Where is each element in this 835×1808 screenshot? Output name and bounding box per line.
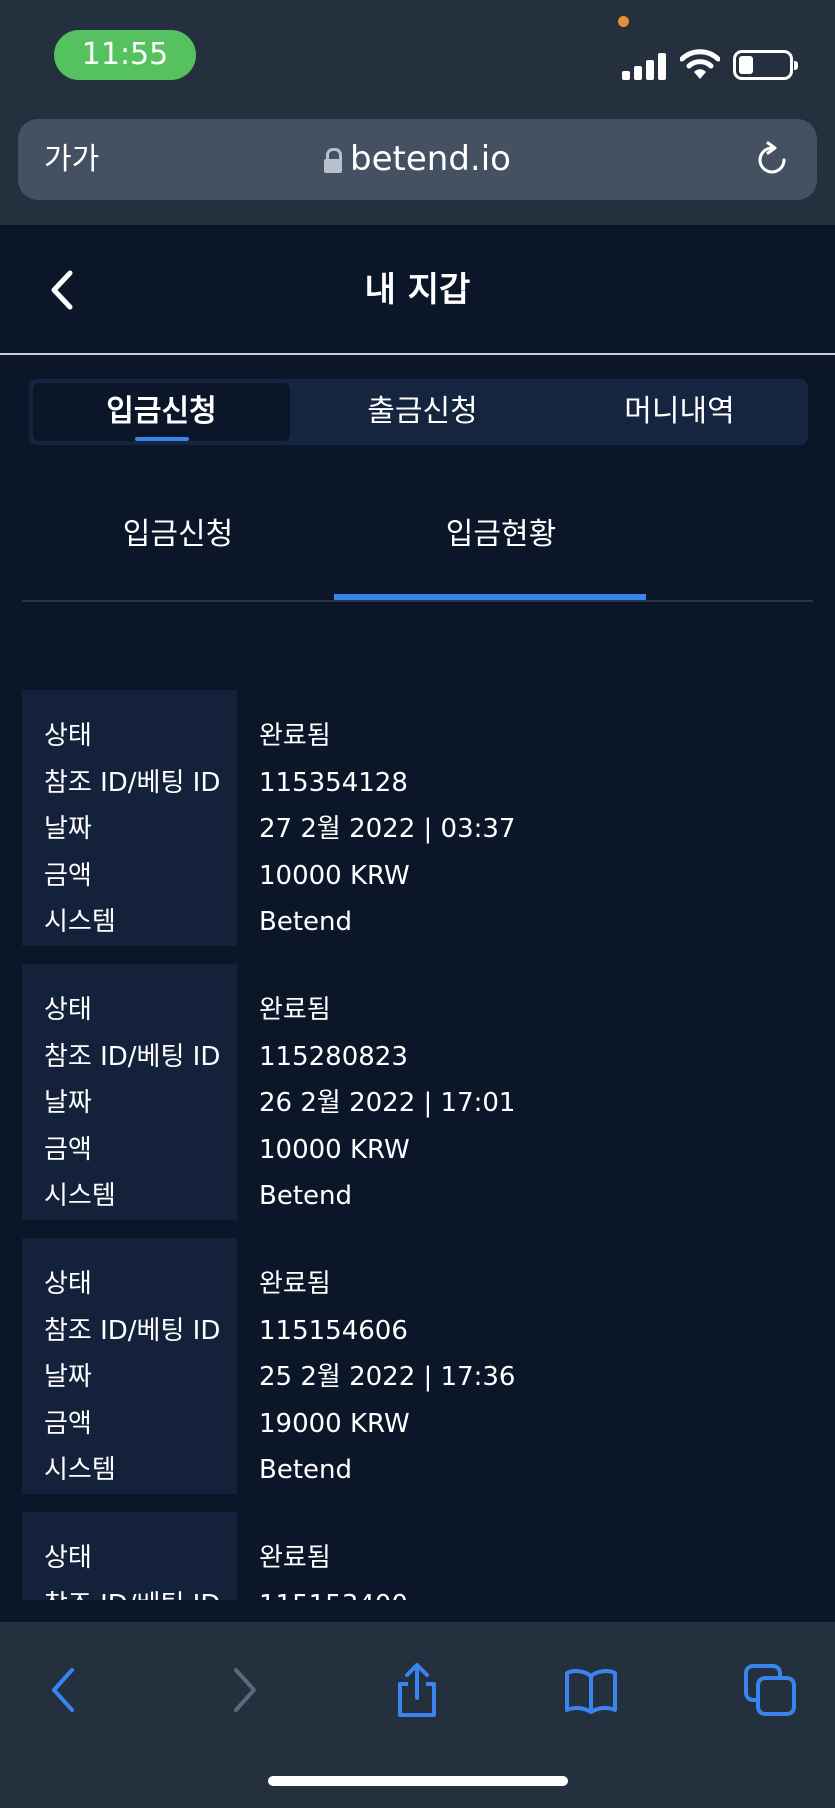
subtab-label: 입금현황 [445,517,557,552]
subtab-label: 입금신청 [122,517,234,552]
active-tab-underline [334,594,646,600]
system-value: Betend [259,1181,353,1211]
forward-arrow-icon[interactable] [216,1662,272,1718]
date-label: 날짜 [44,1088,92,1118]
subtab-deposit-request[interactable]: 입금신청 [22,480,334,600]
screen: 11:55 가가 betend.io 내 지갑 입금신청 출금신청 머니내역 입… [0,0,835,1808]
status-bar: 11:55 [0,0,835,105]
share-icon[interactable] [389,1662,445,1718]
ref-id-label: 참조 ID/베팅 ID [44,1042,221,1072]
amount-value: 19000 KRW [259,1409,410,1439]
status-value: 완료됨 [259,1543,331,1573]
url-text: betend.io [350,139,511,179]
date-label: 날짜 [44,814,92,844]
status-label: 상태 [44,995,92,1025]
camera-indicator-icon [618,16,629,27]
system-label: 시스템 [44,1455,116,1485]
wallet-tabs: 입금신청 출금신청 머니내역 [29,379,808,445]
status-value: 완료됨 [259,1269,331,1299]
back-arrow-icon[interactable] [36,1662,92,1718]
ref-id-value: 115280823 [259,1042,408,1072]
system-label: 시스템 [44,1181,116,1211]
bookmarks-icon[interactable] [563,1662,619,1718]
amount-label: 금액 [44,861,92,891]
deposit-record: 상태 완료됨 참조 ID/베팅 ID 115354128 날짜 27 2월 2022 … [22,690,813,946]
deposit-subtabs: 입금신청 입금현황 [22,480,813,602]
ref-id-value: 115153400 [259,1582,408,1600]
reload-icon[interactable] [753,141,791,179]
tab-money-history[interactable]: 머니내역 [551,379,808,445]
deposit-record: 상태 완료됨 참조 ID/베팅 ID 115153400 [22,1512,813,1600]
browser-chrome: 가가 betend.io [0,105,835,225]
tab-deposit-request[interactable]: 입금신청 [33,383,290,441]
deposit-record: 상태 완료됨 참조 ID/베팅 ID 115280823 날짜 26 2월 2022 … [22,964,813,1220]
status-label: 상태 [44,1269,92,1299]
ref-id-label: 참조 ID/베팅 ID [44,1582,220,1600]
lock-icon [324,148,343,173]
status-value: 완료됨 [259,995,331,1025]
date-label: 날짜 [44,1362,92,1392]
wifi-icon [680,49,720,79]
status-value: 완료됨 [259,721,331,751]
page-title: 내 지갑 [364,270,471,310]
status-time: 11:55 [54,30,196,80]
status-label: 상태 [44,1543,92,1573]
date-value: 26 2월 2022 | 17:01 [259,1088,516,1118]
battery-icon [733,50,798,80]
subtab-deposit-status[interactable]: 입금현황 [334,480,668,600]
tab-withdraw-request[interactable]: 출금신청 [294,379,551,445]
system-value: Betend [259,907,353,937]
amount-value: 10000 KRW [259,1135,410,1165]
address-bar[interactable]: 가가 betend.io [18,119,817,200]
ref-id-label: 참조 ID/베팅 ID [44,768,221,798]
cellular-signal-icon [622,52,668,80]
deposit-records-list[interactable]: 상태 완료됨 참조 ID/베팅 ID 115354128 날짜 27 2월 2022 … [22,690,813,1600]
system-value: Betend [259,1455,353,1485]
status-label: 상태 [44,721,92,751]
ref-id-value: 115354128 [259,768,408,798]
system-label: 시스템 [44,907,116,937]
tabs-icon[interactable] [742,1662,798,1718]
url-display[interactable]: betend.io [18,119,817,200]
amount-label: 금액 [44,1135,92,1165]
date-value: 25 2월 2022 | 17:36 [259,1362,516,1392]
home-indicator[interactable] [268,1776,568,1786]
deposit-record: 상태 완료됨 참조 ID/베팅 ID 115154606 날짜 25 2월 2022 … [22,1238,813,1494]
ref-id-label: 참조 ID/베팅 ID [44,1316,221,1346]
amount-value: 10000 KRW [259,861,410,891]
date-value: 27 2월 2022 | 03:37 [259,814,516,844]
app-header: 내 지갑 [0,225,835,355]
amount-label: 금액 [44,1409,92,1439]
ref-id-value: 115154606 [259,1316,408,1346]
